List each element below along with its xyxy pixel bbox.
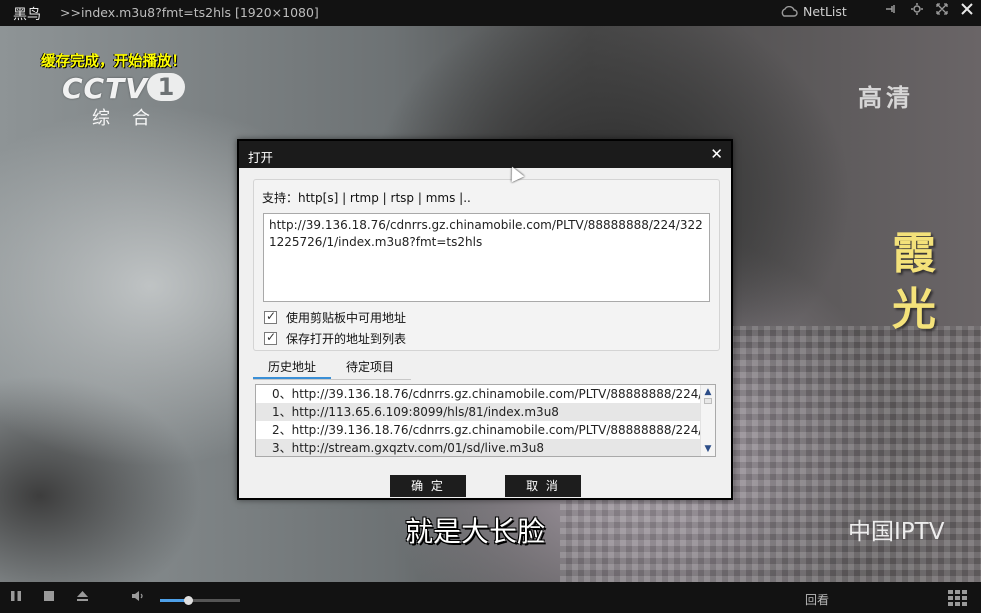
hd-mark: 高清 bbox=[858, 84, 914, 112]
save-list-label: 保存打开的地址到列表 bbox=[286, 332, 407, 346]
title-bar: 黑鸟 >>index.m3u8?fmt=ts2hls [1920×1080] N… bbox=[0, 0, 981, 26]
url-input[interactable]: http://39.136.18.76/cdnrrs.gz.chinamobil… bbox=[263, 213, 710, 302]
volume-slider[interactable] bbox=[160, 596, 240, 605]
list-item[interactable]: 0、http://39.136.18.76/cdnrrs.gz.chinamob… bbox=[256, 385, 702, 403]
grid-menu-icon[interactable] bbox=[948, 590, 968, 606]
list-item[interactable]: 2、http://39.136.18.76/cdnrrs.gz.chinamob… bbox=[256, 421, 702, 439]
open-dialog: 打开 ✕ 支持：http[s] | rtmp | rtsp | mms |.. … bbox=[237, 139, 733, 500]
list-item[interactable]: 3、http://stream.gxqztv.com/01/sd/live.m3… bbox=[256, 439, 702, 456]
pin-icon[interactable] bbox=[882, 3, 900, 21]
status-message: 缓存完成，开始播放！ bbox=[41, 54, 186, 70]
channel-logo: CCTV bbox=[62, 72, 148, 105]
drama-title: 霞光 bbox=[892, 228, 936, 335]
dialog-close-button[interactable]: ✕ bbox=[710, 145, 723, 163]
dialog-tabs: 历史地址 待定项目 bbox=[253, 357, 409, 380]
close-icon[interactable] bbox=[958, 3, 976, 21]
control-bar: 回看 bbox=[0, 582, 981, 613]
history-scrollbar[interactable]: ▲ ▼ bbox=[700, 385, 715, 456]
eject-icon[interactable] bbox=[76, 590, 89, 606]
expand-icon[interactable] bbox=[933, 3, 951, 21]
support-text: 支持：http[s] | rtmp | rtsp | mms |.. bbox=[262, 191, 471, 205]
player-window: 黑鸟 >>index.m3u8?fmt=ts2hls [1920×1080] N… bbox=[0, 0, 981, 613]
replay-button[interactable]: 回看 bbox=[805, 591, 829, 608]
iptv-watermark: 中国IPTV bbox=[848, 519, 945, 545]
history-list[interactable]: 0、http://39.136.18.76/cdnrrs.gz.chinamob… bbox=[255, 384, 716, 457]
gear-icon[interactable] bbox=[908, 3, 926, 21]
pause-icon[interactable] bbox=[10, 590, 22, 606]
app-name: 黑鸟 bbox=[13, 7, 41, 23]
netlist-label: NetList bbox=[803, 4, 847, 19]
tab-pending[interactable]: 待定项目 bbox=[331, 357, 409, 379]
scroll-thumb[interactable] bbox=[704, 398, 712, 404]
dialog-footer: 确 定 取 消 bbox=[239, 465, 731, 498]
tab-history[interactable]: 历史地址 bbox=[253, 357, 332, 380]
ok-button[interactable]: 确 定 bbox=[390, 475, 466, 497]
dialog-header: 打开 ✕ bbox=[239, 141, 731, 168]
volume-knob[interactable] bbox=[184, 596, 193, 605]
cancel-button[interactable]: 取 消 bbox=[505, 475, 581, 497]
file-title: >>index.m3u8?fmt=ts2hls [1920×1080] bbox=[60, 5, 319, 20]
scroll-down-icon[interactable]: ▼ bbox=[703, 444, 713, 454]
speaker-icon[interactable] bbox=[131, 590, 145, 606]
save-list-checkbox[interactable] bbox=[264, 330, 277, 345]
scroll-up-icon[interactable]: ▲ bbox=[703, 387, 713, 397]
tab-divider bbox=[253, 379, 411, 380]
option-clipboard[interactable]: 使用剪贴板中可用地址 bbox=[264, 309, 406, 326]
clipboard-checkbox[interactable] bbox=[264, 309, 277, 324]
channel-subtitle: 综合 bbox=[92, 108, 172, 129]
clipboard-label: 使用剪贴板中可用地址 bbox=[286, 311, 407, 325]
video-subtitle: 就是大长脸 bbox=[405, 515, 546, 548]
option-save-list[interactable]: 保存打开的地址到列表 bbox=[264, 330, 406, 347]
channel-number: 1 bbox=[147, 73, 185, 101]
dialog-title: 打开 bbox=[248, 150, 274, 165]
cloud-link-icon bbox=[781, 5, 798, 17]
stop-icon[interactable] bbox=[43, 590, 55, 606]
netlist-button[interactable]: NetList bbox=[780, 4, 847, 19]
list-item[interactable]: 1、http://113.65.6.109:8099/hls/81/index.… bbox=[256, 403, 702, 421]
